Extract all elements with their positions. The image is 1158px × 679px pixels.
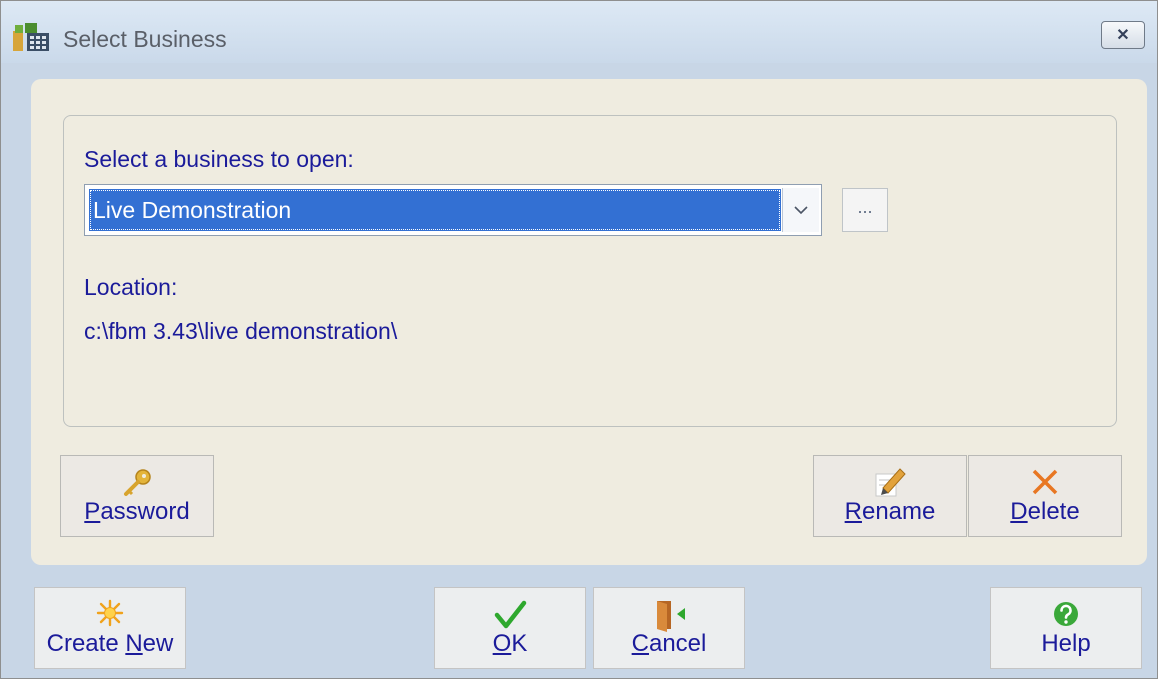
ok-button[interactable]: OK <box>434 587 586 669</box>
business-panel: Select a business to open: Live Demonstr… <box>31 79 1147 565</box>
select-business-prompt: Select a business to open: <box>84 146 354 172</box>
close-icon: ✕ <box>1116 27 1130 44</box>
window-title: Select Business <box>63 26 227 52</box>
exit-door-icon <box>657 601 685 632</box>
password-label: Password <box>84 498 190 525</box>
ok-label: OK <box>492 630 528 657</box>
close-button[interactable]: ✕ <box>1101 21 1145 49</box>
business-combobox[interactable]: Live Demonstration <box>84 184 822 236</box>
cancel-label: Cancel <box>631 630 707 657</box>
pencil-icon <box>875 468 906 497</box>
location-label: Location: <box>84 274 178 300</box>
rename-label: Rename <box>844 498 936 525</box>
help-label: Help <box>1041 630 1091 657</box>
dropdown-button[interactable] <box>782 188 819 232</box>
password-button[interactable]: Password <box>60 455 214 537</box>
delete-label: Delete <box>1010 498 1080 525</box>
help-circle-icon <box>1054 602 1078 626</box>
business-app-icon <box>13 23 49 51</box>
sparkle-icon <box>96 599 124 627</box>
location-path: c:\fbm 3.43\live demonstration\ <box>84 318 398 344</box>
create-new-button[interactable]: Create New <box>34 587 186 669</box>
delete-button[interactable]: Delete <box>968 455 1122 537</box>
dialog-client-area: Select a business to open: Live Demonstr… <box>1 63 1157 678</box>
browse-button[interactable]: ... <box>842 188 888 232</box>
select-business-dialog: Select Business ✕ Select a business to o… <box>0 0 1158 679</box>
rename-button[interactable]: Rename <box>813 455 967 537</box>
cancel-button[interactable]: Cancel <box>593 587 745 669</box>
title-bar[interactable]: Select Business ✕ <box>1 1 1157 63</box>
selected-business-value: Live Demonstration <box>89 189 781 231</box>
create-new-label: Create New <box>46 630 174 657</box>
x-mark-icon <box>1032 469 1058 495</box>
business-selection-group: Select a business to open: Live Demonstr… <box>63 115 1117 427</box>
help-button[interactable]: Help <box>990 587 1142 669</box>
checkmark-icon <box>494 600 527 629</box>
chevron-down-icon <box>794 206 808 215</box>
key-icon <box>124 469 151 496</box>
